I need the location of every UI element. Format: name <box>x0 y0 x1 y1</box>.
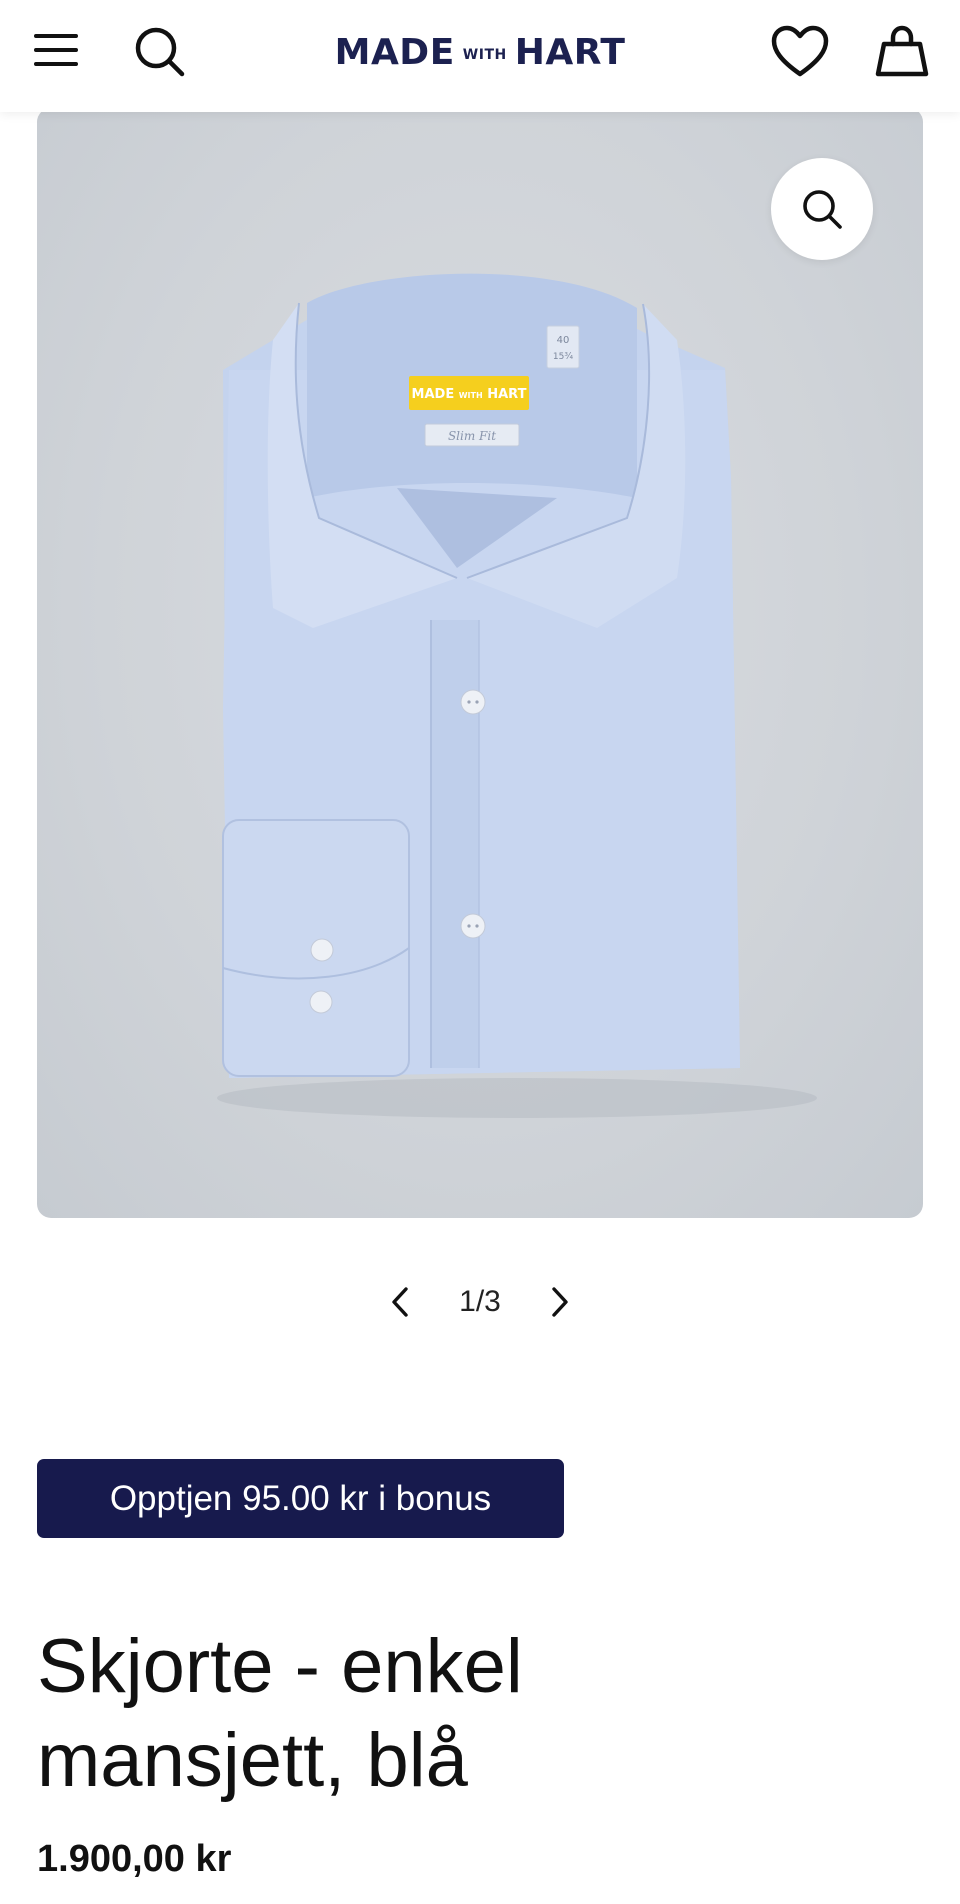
shirt-image: MADE WITH HART Slim Fit 40 15¾ <box>217 273 817 1118</box>
search-icon <box>803 190 842 229</box>
chevron-right-icon[interactable] <box>540 1276 580 1328</box>
size-tag-1: 40 <box>557 335 570 346</box>
menu-icon[interactable] <box>32 28 80 72</box>
gallery-pager: 1/3 <box>380 1276 580 1328</box>
search-icon[interactable] <box>132 24 188 80</box>
product-image-gallery[interactable]: MADE WITH HART Slim Fit 40 15¾ <box>37 108 923 1218</box>
heart-icon[interactable] <box>770 24 830 80</box>
site-header: MADE WITH HART <box>0 0 960 112</box>
fit-label: Slim Fit <box>448 429 496 443</box>
logo-hart: HART <box>514 31 626 73</box>
size-tag-2: 15¾ <box>553 352 573 362</box>
chevron-left-icon[interactable] <box>380 1276 420 1328</box>
logo-made: MADE <box>334 31 455 73</box>
logo-with: WITH <box>462 47 507 63</box>
zoom-button[interactable] <box>771 158 873 260</box>
product-title: Skjorte - enkel mansjett, blå <box>37 1620 917 1808</box>
bonus-badge: Opptjen 95.00 kr i bonus <box>37 1459 564 1538</box>
product-price: 1.900,00 kr <box>37 1838 232 1880</box>
product-title-line1: Skjorte - enkel <box>37 1624 523 1709</box>
site-logo[interactable]: MADE WITH HART <box>320 24 640 80</box>
product-title-line2: mansjett, blå <box>37 1718 468 1803</box>
pager-count: 1/3 <box>459 1285 501 1318</box>
bag-icon[interactable] <box>874 24 930 80</box>
